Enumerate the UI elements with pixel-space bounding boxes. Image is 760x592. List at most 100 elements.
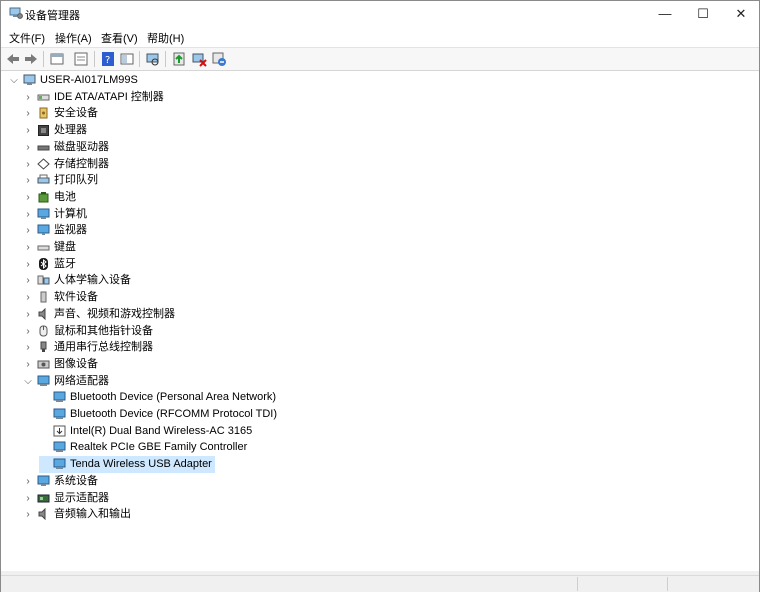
disable-icon[interactable]: [191, 51, 207, 67]
forward-icon[interactable]: [23, 51, 39, 67]
up-icon[interactable]: [49, 51, 65, 67]
tree-item-label: 计算机: [54, 207, 87, 220]
tree-item-label: 声音、视频和游戏控制器: [54, 307, 175, 320]
chevron-right-icon[interactable]: ›: [23, 256, 33, 273]
tree-item-label: 通用串行总线控制器: [54, 341, 153, 354]
menu-action[interactable]: 操作(A): [55, 30, 92, 46]
network-device-icon: [53, 391, 66, 403]
sound-icon: [37, 307, 50, 321]
tree-item-label: 蓝牙: [54, 257, 76, 270]
hid-icon: [37, 274, 50, 286]
chevron-right-icon[interactable]: ›: [23, 356, 33, 373]
chevron-right-icon[interactable]: ›: [23, 139, 33, 156]
tree-device[interactable]: Tenda Wireless USB Adapter: [39, 456, 215, 474]
tree-item-label: Bluetooth Device (RFCOMM Protocol TDI): [70, 408, 278, 420]
ide-icon: [37, 91, 50, 103]
menu-view[interactable]: 查看(V): [101, 30, 138, 46]
toolbar-separator: [43, 51, 44, 67]
chevron-right-icon[interactable]: ›: [23, 490, 33, 507]
chevron-right-icon[interactable]: ›: [23, 506, 33, 523]
computer-icon: [37, 208, 50, 220]
tree-item-label: 安全设备: [54, 107, 98, 120]
audio-icon: [37, 507, 50, 521]
window-title: 设备管理器: [25, 10, 80, 22]
tree-item-label: Tenda Wireless USB Adapter: [70, 458, 212, 471]
network-icon: [37, 375, 50, 387]
chevron-right-icon[interactable]: ›: [23, 289, 33, 306]
back-icon[interactable]: [5, 51, 21, 67]
tree-item-label: 键盘: [54, 241, 76, 253]
security-icon: [37, 107, 50, 119]
mouse-icon: [37, 325, 50, 337]
status-segment: [577, 577, 668, 591]
svg-text:?: ?: [105, 55, 110, 66]
chevron-down-icon[interactable]: ⌵: [23, 373, 33, 390]
cpu-icon: [37, 124, 50, 137]
battery-icon: [37, 191, 50, 203]
monitor-icon: [37, 224, 50, 236]
chevron-right-icon[interactable]: ›: [23, 89, 33, 106]
update-driver-icon[interactable]: [171, 51, 187, 67]
chevron-right-icon[interactable]: ›: [23, 206, 33, 223]
tree-item-label: 音频输入和输出: [54, 508, 131, 521]
computer-root-icon: [23, 74, 36, 86]
tree-item-label: 显示适配器: [54, 491, 109, 504]
camera-icon: [37, 358, 50, 370]
keyboard-icon: [37, 241, 50, 253]
chevron-right-icon[interactable]: ›: [23, 306, 33, 323]
properties-icon[interactable]: [73, 51, 89, 67]
menu-file[interactable]: 文件(F): [9, 30, 45, 46]
tree-item-label: Bluetooth Device (Personal Area Network): [70, 391, 277, 404]
chevron-right-icon[interactable]: ›: [23, 105, 33, 122]
tree-item-label: 鼠标和其他指针设备: [54, 324, 153, 337]
tree-item-label: 人体学输入设备: [54, 274, 131, 287]
chevron-down-icon[interactable]: ⌵: [9, 72, 19, 89]
chevron-right-icon[interactable]: ›: [23, 473, 33, 490]
toolbar-separator: [94, 51, 95, 67]
title-bar[interactable]: 设备管理器 — ☐ ✕: [1, 1, 759, 27]
tree-item-label: USER-AI017LM99S: [40, 74, 138, 86]
status-bar: [1, 575, 759, 592]
chevron-right-icon[interactable]: ›: [23, 222, 33, 239]
chevron-right-icon[interactable]: ›: [23, 239, 33, 256]
network-device-icon: [53, 458, 66, 470]
device-manager-window: 设备管理器 — ☐ ✕ 文件(F) 操作(A) 查看(V) 帮助(H) ? ⌵ U…: [0, 0, 760, 592]
minimize-button[interactable]: —: [647, 1, 683, 27]
software-icon: [37, 291, 50, 303]
scan-icon[interactable]: [145, 51, 161, 67]
disk-icon: [37, 141, 50, 153]
usb-icon: [37, 341, 50, 353]
tree-item-label: 系统设备: [54, 474, 98, 487]
chevron-right-icon[interactable]: ›: [23, 339, 33, 356]
tree-item-label: 软件设备: [54, 291, 98, 304]
tree-item-label: 监视器: [54, 224, 87, 237]
system-icon: [37, 475, 50, 487]
help-icon[interactable]: ?: [100, 51, 116, 67]
tree-item-label: 电池: [54, 190, 76, 203]
network-device-icon: [53, 408, 66, 420]
uninstall-icon[interactable]: [211, 51, 227, 67]
wifi-device-icon: [53, 425, 66, 437]
chevron-right-icon[interactable]: ›: [23, 156, 33, 173]
maximize-button[interactable]: ☐: [685, 1, 721, 27]
show-hide-icon[interactable]: [119, 51, 135, 67]
chevron-right-icon[interactable]: ›: [23, 122, 33, 139]
device-tree: ⌵ USER-AI017LM99S › IDE ATA/ATAPI 控制器 › 安全设备 ›…: [1, 70, 759, 574]
toolbar: ?: [1, 47, 759, 71]
close-button[interactable]: ✕: [723, 1, 759, 27]
device-manager-app-icon: [9, 7, 23, 19]
menu-help[interactable]: 帮助(H): [147, 30, 184, 46]
printer-icon: [37, 174, 50, 186]
tree-item-label: 打印队列: [54, 174, 98, 187]
tree-item-label: Realtek PCIe GBE Family Controller: [70, 441, 248, 454]
chevron-right-icon[interactable]: ›: [23, 323, 33, 340]
tree-item-label: Intel(R) Dual Band Wireless-AC 3165: [70, 424, 253, 437]
status-segment: [667, 577, 758, 591]
tree-item-label: 处理器: [54, 124, 87, 137]
tree-item-label: IDE ATA/ATAPI 控制器: [54, 90, 164, 103]
chevron-right-icon[interactable]: ›: [23, 189, 33, 206]
chevron-right-icon[interactable]: ›: [23, 272, 33, 289]
tree-item-label: 磁盘驱动器: [54, 140, 109, 153]
display-adapter-icon: [37, 492, 50, 504]
chevron-right-icon[interactable]: ›: [23, 172, 33, 189]
